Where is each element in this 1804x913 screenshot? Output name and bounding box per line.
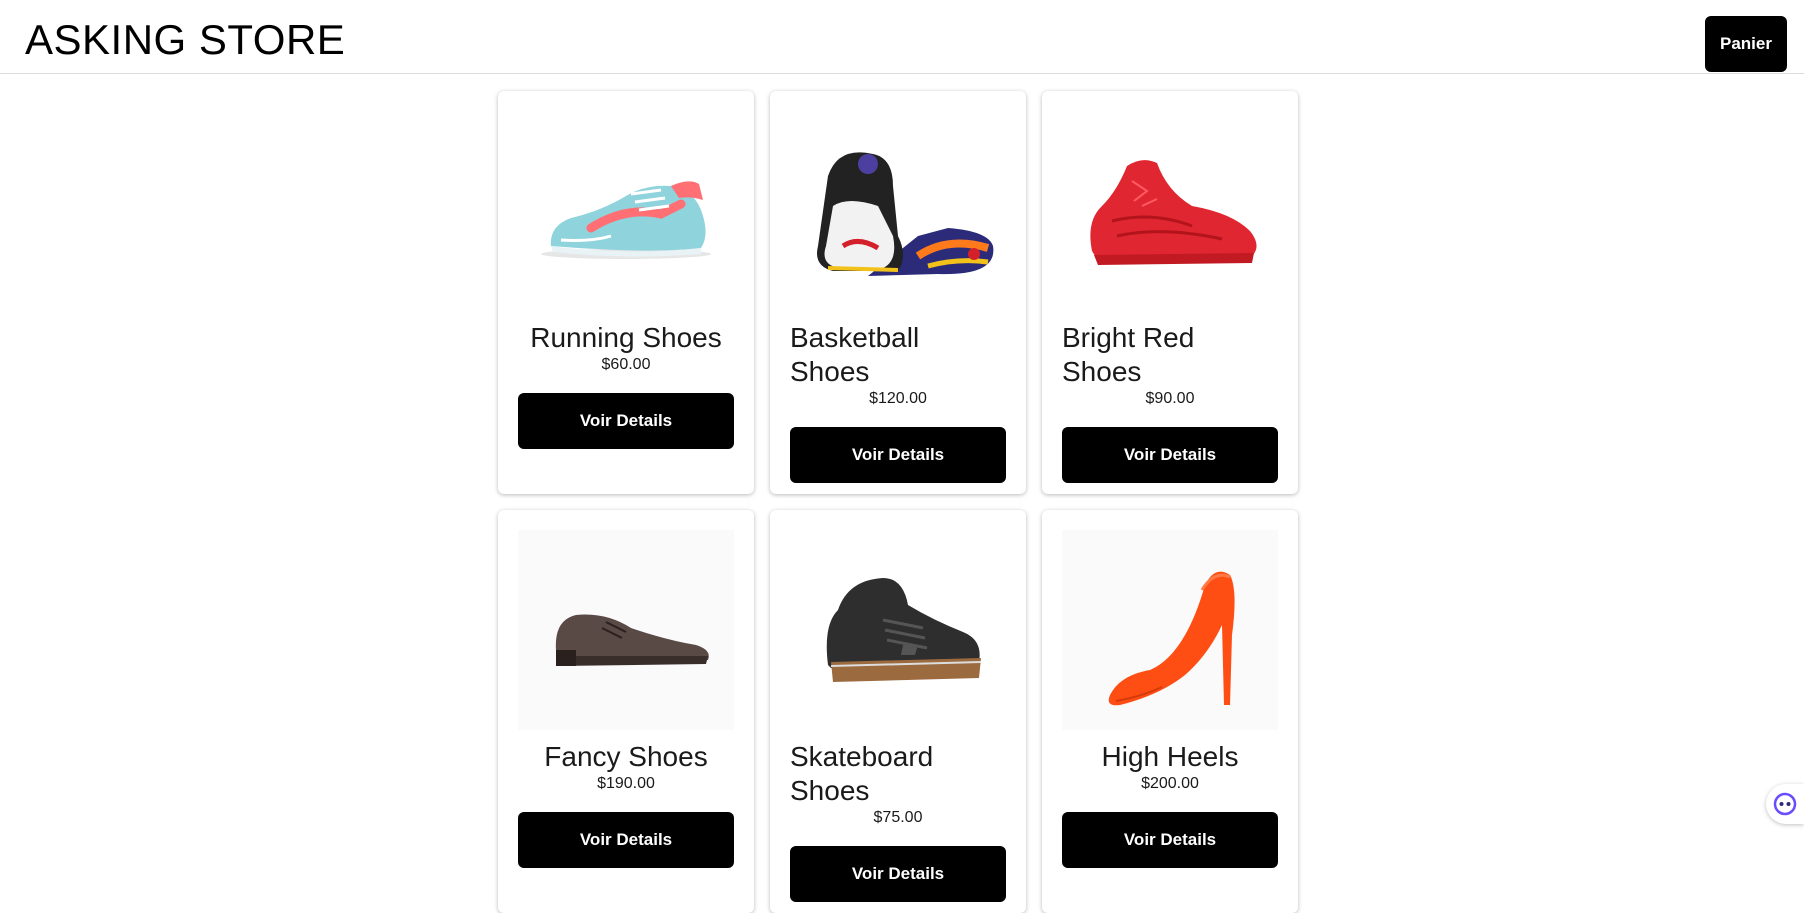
product-name: Running Shoes xyxy=(530,322,722,353)
basketball-shoe-icon xyxy=(817,152,994,276)
skate-shoe-icon xyxy=(826,578,982,682)
product-card: Basketball Shoes $120.00 Voir Details xyxy=(770,91,1026,494)
view-details-button[interactable]: Voir Details xyxy=(790,846,1006,902)
product-price: $60.00 xyxy=(601,356,651,373)
product-card: Skateboard Shoes $75.00 Voir Details xyxy=(770,510,1026,913)
product-name: Fancy Shoes xyxy=(544,741,708,772)
view-details-button[interactable]: Voir Details xyxy=(518,393,734,449)
product-image xyxy=(790,530,1006,730)
product-card: Bright Red Shoes $90.00 Voir Details xyxy=(1042,91,1298,494)
product-price: $200.00 xyxy=(1141,775,1199,792)
running-shoe-icon xyxy=(541,181,711,259)
product-image xyxy=(790,111,1006,311)
product-grid: Running Shoes $60.00 Voir Details Basket… xyxy=(498,91,1301,913)
product-price: $120.00 xyxy=(869,390,927,407)
product-name: Basketball Shoes xyxy=(790,322,920,387)
view-details-button[interactable]: Voir Details xyxy=(790,427,1006,483)
site-header: ASKING STORE Panier xyxy=(0,0,1804,74)
dress-shoe-icon xyxy=(555,614,709,666)
product-name: High Heels xyxy=(1101,741,1239,772)
view-details-button[interactable]: Voir Details xyxy=(518,812,734,868)
assistant-button[interactable] xyxy=(1766,784,1804,824)
product-image xyxy=(518,530,734,730)
red-shoe-icon xyxy=(1090,160,1257,265)
view-details-button[interactable]: Voir Details xyxy=(1062,812,1278,868)
product-card: Fancy Shoes $190.00 Voir Details xyxy=(498,510,754,913)
product-price: $75.00 xyxy=(873,809,923,826)
product-price: $90.00 xyxy=(1145,390,1195,407)
cart-button[interactable]: Panier xyxy=(1705,16,1787,72)
product-image xyxy=(1062,111,1278,311)
product-price: $190.00 xyxy=(597,775,655,792)
product-card: High Heels $200.00 Voir Details xyxy=(1042,510,1298,913)
product-image xyxy=(1062,530,1278,730)
assistant-icon xyxy=(1773,792,1797,816)
high-heel-icon xyxy=(1108,571,1235,706)
product-card: Running Shoes $60.00 Voir Details xyxy=(498,91,754,494)
product-name: Bright Red Shoes xyxy=(1062,322,1195,387)
store-logo[interactable]: ASKING STORE xyxy=(25,16,345,64)
view-details-button[interactable]: Voir Details xyxy=(1062,427,1278,483)
product-name: Skateboard Shoes xyxy=(790,741,934,806)
product-image xyxy=(518,111,734,311)
